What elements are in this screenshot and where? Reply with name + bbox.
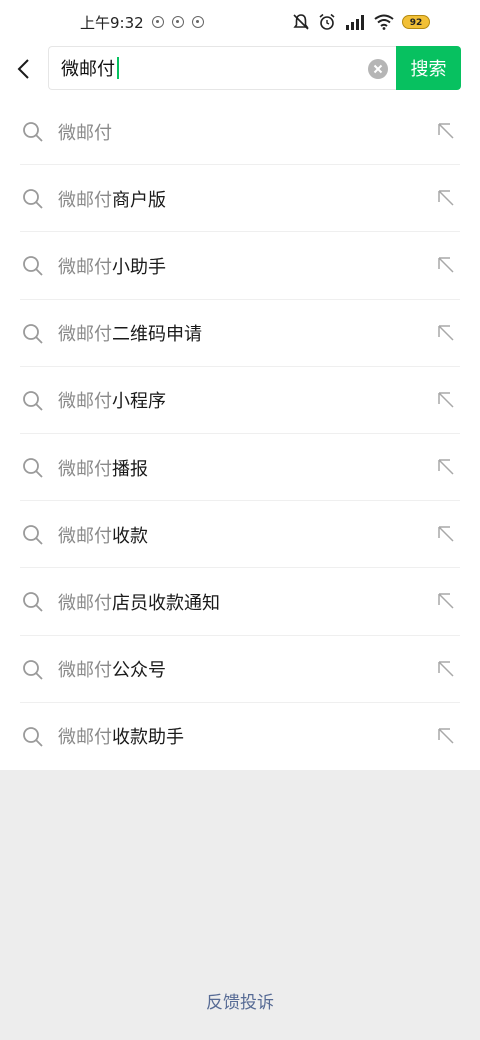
suggestion-prefix: 微邮付 xyxy=(58,324,112,346)
back-button[interactable] xyxy=(0,46,48,92)
wifi-icon xyxy=(374,14,394,30)
suggestion-label: 微邮付公众号 xyxy=(58,656,166,682)
arrow-up-left-icon[interactable] xyxy=(436,188,456,208)
suggestion-item[interactable]: 微邮付商户版 xyxy=(0,165,480,233)
suggestion-prefix: 微邮付 xyxy=(58,122,112,144)
suggestion-label: 微邮付小助手 xyxy=(58,253,166,279)
search-icon xyxy=(23,592,43,612)
suggestion-item[interactable]: 微邮付播报 xyxy=(0,434,480,502)
search-icon xyxy=(23,458,43,478)
search-icon xyxy=(23,525,43,545)
search-icon xyxy=(23,189,43,209)
status-bar: 上午9:32 92 xyxy=(0,0,480,44)
arrow-up-left-icon[interactable] xyxy=(436,457,456,477)
notification-icon xyxy=(151,16,164,28)
suggestion-prefix: 微邮付 xyxy=(58,458,112,480)
suggestion-prefix: 微邮付 xyxy=(58,189,112,211)
search-input[interactable]: 微邮付 xyxy=(48,46,396,90)
notification-icon xyxy=(171,16,184,28)
suggestion-label: 微邮付二维码申请 xyxy=(58,320,202,346)
search-icon xyxy=(23,390,43,411)
suggestion-item[interactable]: 微邮付小程序 xyxy=(0,367,480,435)
suggestion-label: 微邮付小程序 xyxy=(58,387,166,413)
text-cursor xyxy=(117,57,119,79)
arrow-up-left-icon[interactable] xyxy=(436,591,456,611)
suggestion-prefix: 微邮付 xyxy=(58,525,112,547)
suggestion-suffix: 小程序 xyxy=(112,391,166,413)
search-icon xyxy=(23,726,43,747)
alarm-icon xyxy=(319,13,335,30)
suggestion-item[interactable]: 微邮付 xyxy=(0,98,480,166)
arrow-up-left-icon[interactable] xyxy=(436,255,456,275)
suggestion-prefix: 微邮付 xyxy=(58,256,112,278)
suggestion-suffix: 收款 xyxy=(112,525,148,547)
suggestion-item[interactable]: 微邮付收款 xyxy=(0,501,480,569)
suggestion-item[interactable]: 微邮付收款助手 xyxy=(0,703,480,770)
suggestion-item[interactable]: 微邮付小助手 xyxy=(0,232,480,300)
search-icon xyxy=(23,256,43,277)
suggestion-prefix: 微邮付 xyxy=(58,660,112,682)
suggestion-item[interactable]: 微邮付公众号 xyxy=(0,636,480,703)
suggestion-suffix: 商户版 xyxy=(112,189,166,211)
suggestion-prefix: 微邮付 xyxy=(58,592,112,614)
signal-icon xyxy=(346,15,364,30)
suggestion-suffix: 二维码申请 xyxy=(112,324,202,346)
suggestion-label: 微邮付收款助手 xyxy=(58,723,184,749)
suggestion-prefix: 微邮付 xyxy=(58,391,112,413)
search-icon xyxy=(23,323,43,344)
suggestion-prefix: 微邮付 xyxy=(58,727,112,749)
suggestion-suffix: 播报 xyxy=(112,458,148,480)
notification-icon xyxy=(191,16,204,28)
suggestion-suffix: 小助手 xyxy=(112,256,166,278)
search-button[interactable]: 搜索 xyxy=(396,46,461,90)
search-header: 微邮付 搜索 xyxy=(0,46,480,92)
suggestion-item[interactable]: 微邮付二维码申请 xyxy=(0,300,480,367)
search-icon xyxy=(23,122,43,142)
battery-indicator: 92 xyxy=(402,15,430,29)
suggestion-label: 微邮付商户版 xyxy=(58,186,166,212)
suggestion-item[interactable]: 微邮付店员收款通知 xyxy=(0,568,480,636)
status-time: 上午9:32 xyxy=(80,13,144,32)
clear-button[interactable] xyxy=(368,59,388,79)
suggestion-suffix: 店员收款通知 xyxy=(112,592,220,614)
suggestion-label: 微邮付店员收款通知 xyxy=(58,589,220,615)
arrow-up-left-icon[interactable] xyxy=(436,659,456,679)
clear-icon xyxy=(373,64,383,74)
suggestion-label: 微邮付播报 xyxy=(58,455,148,481)
status-right: 92 xyxy=(292,13,430,31)
arrow-up-left-icon[interactable] xyxy=(436,726,456,746)
arrow-up-left-icon[interactable] xyxy=(436,323,456,343)
suggestion-label: 微邮付 xyxy=(58,119,112,145)
suggestion-label: 微邮付收款 xyxy=(58,522,148,548)
search-icon xyxy=(23,659,43,680)
bottom-area: 反馈投诉 xyxy=(0,770,480,1040)
arrow-up-left-icon[interactable] xyxy=(436,390,456,410)
feedback-link[interactable]: 反馈投诉 xyxy=(0,988,480,1013)
suggestion-suffix: 收款助手 xyxy=(112,727,184,749)
status-left: 上午9:32 xyxy=(80,12,204,33)
chevron-left-icon xyxy=(17,59,29,79)
arrow-up-left-icon[interactable] xyxy=(436,524,456,544)
search-query-text: 微邮付 xyxy=(61,59,115,80)
arrow-up-left-icon[interactable] xyxy=(436,121,456,141)
suggestion-suffix: 公众号 xyxy=(112,660,166,682)
mute-icon xyxy=(293,14,309,30)
suggestion-list: 微邮付 微邮付商户版 微邮付小助手 微邮付二维码申请 微邮付小程序 微邮付播报 … xyxy=(0,98,480,770)
